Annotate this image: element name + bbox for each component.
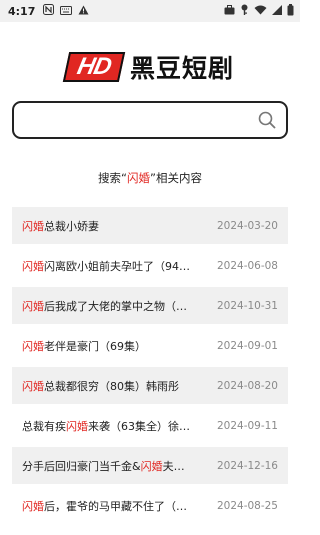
results-header-prefix: 搜索“ (98, 171, 127, 185)
result-item[interactable]: 分手后回归豪门当千金&闪婚夫… 2024-12-16 (12, 447, 288, 484)
result-date: 2024-03-20 (216, 219, 278, 232)
result-item[interactable]: 闪婚总裁小娇妻 2024-03-20 (12, 207, 288, 244)
result-item[interactable]: 闪婚后我成了大佬的掌中之物（… 2024-10-31 (12, 287, 288, 324)
result-title-keyword: 闪婚 (22, 299, 44, 313)
result-date: 2024-08-25 (216, 499, 278, 512)
result-title-keyword: 闪婚 (22, 379, 44, 393)
result-title-text: 总裁有疾 (22, 419, 66, 433)
result-title-text: 闪离欧小姐前夫孕吐了（94… (44, 259, 190, 273)
result-title-keyword: 闪婚 (140, 459, 163, 473)
result-title: 总裁有疾闪婚来袭（63集全）徐… (22, 418, 190, 434)
result-title: 闪婚后，霍爷的马甲藏不住了（… (22, 498, 187, 514)
key-icon (240, 4, 249, 18)
result-title-text: 总裁都很穷（80集）韩雨彤 (44, 379, 179, 393)
result-title-text: 后，霍爷的马甲藏不住了（… (44, 499, 187, 513)
result-title: 闪婚闪离欧小姐前夫孕吐了（94… (22, 258, 190, 274)
signal-icon (272, 4, 282, 18)
result-item[interactable]: 闪婚总裁都很穷（80集）韩雨彤 2024-08-20 (12, 367, 288, 404)
result-title-keyword: 闪婚 (22, 339, 44, 353)
logo-app-name: 黑豆短剧 (130, 54, 235, 83)
status-time: 4:17 (8, 4, 36, 18)
app-logo: HD 黑豆短剧 (62, 50, 235, 84)
result-title-text: 来袭（63集全）徐… (88, 419, 190, 433)
briefcase-icon (224, 4, 235, 18)
result-date: 2024-09-01 (216, 339, 278, 352)
search-box[interactable] (12, 101, 288, 139)
result-title-keyword: 闪婚 (22, 219, 44, 233)
warning-icon (78, 5, 89, 18)
result-item[interactable]: 闪婚闪离欧小姐前夫孕吐了（94… 2024-06-08 (12, 247, 288, 284)
keyboard-icon (60, 5, 73, 18)
notification-n-icon (43, 4, 55, 18)
result-title-text: 夫… (162, 459, 185, 473)
result-item[interactable]: 总裁有疾闪婚来袭（63集全）徐… 2024-09-11 (12, 407, 288, 444)
result-title-text: 总裁小娇妻 (44, 219, 99, 233)
result-list: 闪婚总裁小娇妻 2024-03-20 闪婚闪离欧小姐前夫孕吐了（94… 2024-06… (12, 207, 288, 527)
result-title-keyword: 闪婚 (22, 499, 44, 513)
result-title: 闪婚总裁小娇妻 (22, 218, 99, 234)
result-date: 2024-06-08 (216, 259, 278, 272)
wifi-icon (254, 5, 267, 18)
results-header-suffix: ”相关内容 (150, 171, 202, 185)
results-header-keyword: 闪婚 (127, 171, 150, 185)
results-header: 搜索“闪婚”相关内容 (0, 170, 300, 186)
result-date: 2024-08-20 (216, 379, 278, 392)
status-bar: 4:17 (0, 0, 300, 22)
result-title: 闪婚后我成了大佬的掌中之物（… (22, 298, 187, 314)
result-title: 闪婚总裁都很穷（80集）韩雨彤 (22, 378, 179, 394)
result-title: 分手后回归豪门当千金&闪婚夫… (22, 458, 185, 474)
result-title-keyword: 闪婚 (22, 259, 44, 273)
result-date: 2024-10-31 (216, 299, 278, 312)
search-icon[interactable] (258, 111, 276, 129)
result-title-text: 老伴是豪门（69集） (44, 339, 146, 353)
result-date: 2024-09-11 (216, 419, 278, 432)
result-title: 闪婚老伴是豪门（69集） (22, 338, 146, 354)
battery-icon (287, 3, 294, 19)
result-title-text: 后我成了大佬的掌中之物（… (44, 299, 187, 313)
result-date: 2024-12-16 (216, 459, 278, 472)
result-item[interactable]: 闪婚老伴是豪门（69集） 2024-09-01 (12, 327, 288, 364)
search-input[interactable] (22, 109, 246, 133)
result-item[interactable]: 闪婚后，霍爷的马甲藏不住了（… 2024-08-25 (12, 487, 288, 524)
result-title-keyword: 闪婚 (66, 419, 88, 433)
result-title-text: 分手后回归豪门当千金& (22, 459, 141, 473)
logo-hd-badge: HD (62, 52, 126, 82)
